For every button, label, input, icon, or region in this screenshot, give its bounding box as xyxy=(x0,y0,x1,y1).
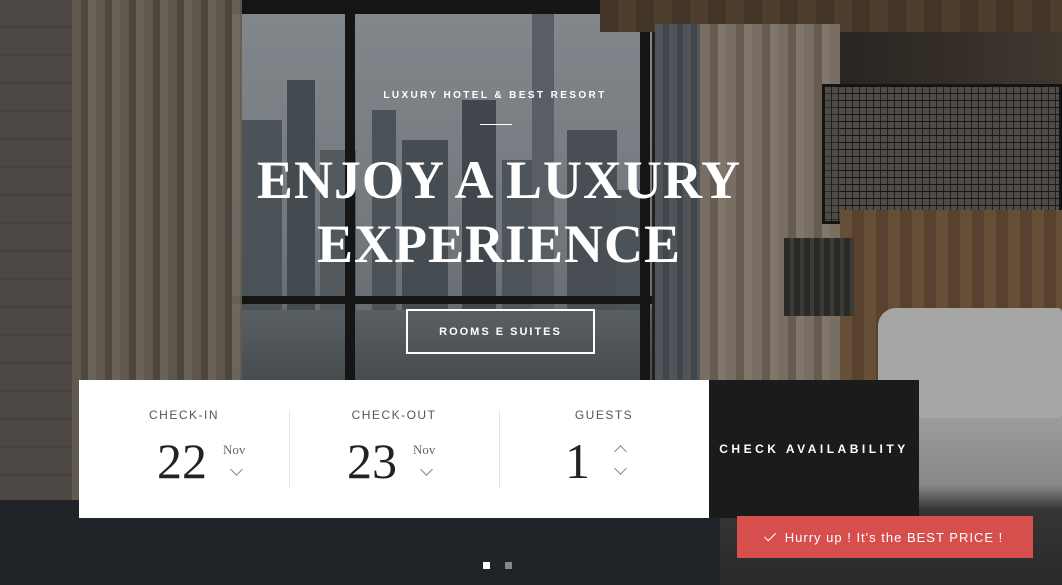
slider-dot-1[interactable] xyxy=(483,562,490,569)
toast-text: Hurry up ! It's the BEST PRICE ! xyxy=(784,529,1004,545)
checkin-day: 22 xyxy=(157,433,207,489)
hero-eyebrow: LUXURY HOTEL & BEST RESORT xyxy=(383,90,607,101)
check-availability-button[interactable]: CHECK AVAILABILITY xyxy=(709,380,919,518)
checkout-label: CHECK-OUT xyxy=(351,408,437,422)
best-price-toast[interactable]: Hurry up ! It's the BEST PRICE ! xyxy=(737,516,1033,558)
checkout-month: Nov xyxy=(413,442,436,457)
slider-pagination xyxy=(483,562,512,569)
chevron-up-icon[interactable] xyxy=(614,445,627,458)
checkin-label: CHECK-IN xyxy=(148,408,219,422)
hero-headline: ENJOY A LUXURY EXPERIENCE xyxy=(256,150,742,274)
checkin-month: Nov xyxy=(223,442,246,457)
booking-widget: CHECK-IN 22 Nov CHECK-OUT 23 Nov GUESTS … xyxy=(79,380,709,518)
chevron-down-icon[interactable] xyxy=(420,463,433,476)
checkin-field[interactable]: CHECK-IN 22 Nov xyxy=(79,380,289,518)
checkout-field[interactable]: CHECK-OUT 23 Nov xyxy=(289,380,499,518)
chevron-down-icon[interactable] xyxy=(614,462,627,475)
hero-divider xyxy=(480,124,512,125)
slider-dot-2[interactable] xyxy=(505,562,512,569)
checkout-day: 23 xyxy=(347,433,397,489)
guests-label: GUESTS xyxy=(574,408,634,422)
rooms-suites-button[interactable]: ROOMS E SUITES xyxy=(406,309,595,354)
guests-count: 1 xyxy=(565,433,590,489)
checkmark-icon xyxy=(763,528,776,542)
chevron-down-icon[interactable] xyxy=(230,463,243,476)
guests-field[interactable]: GUESTS 1 xyxy=(499,380,709,518)
